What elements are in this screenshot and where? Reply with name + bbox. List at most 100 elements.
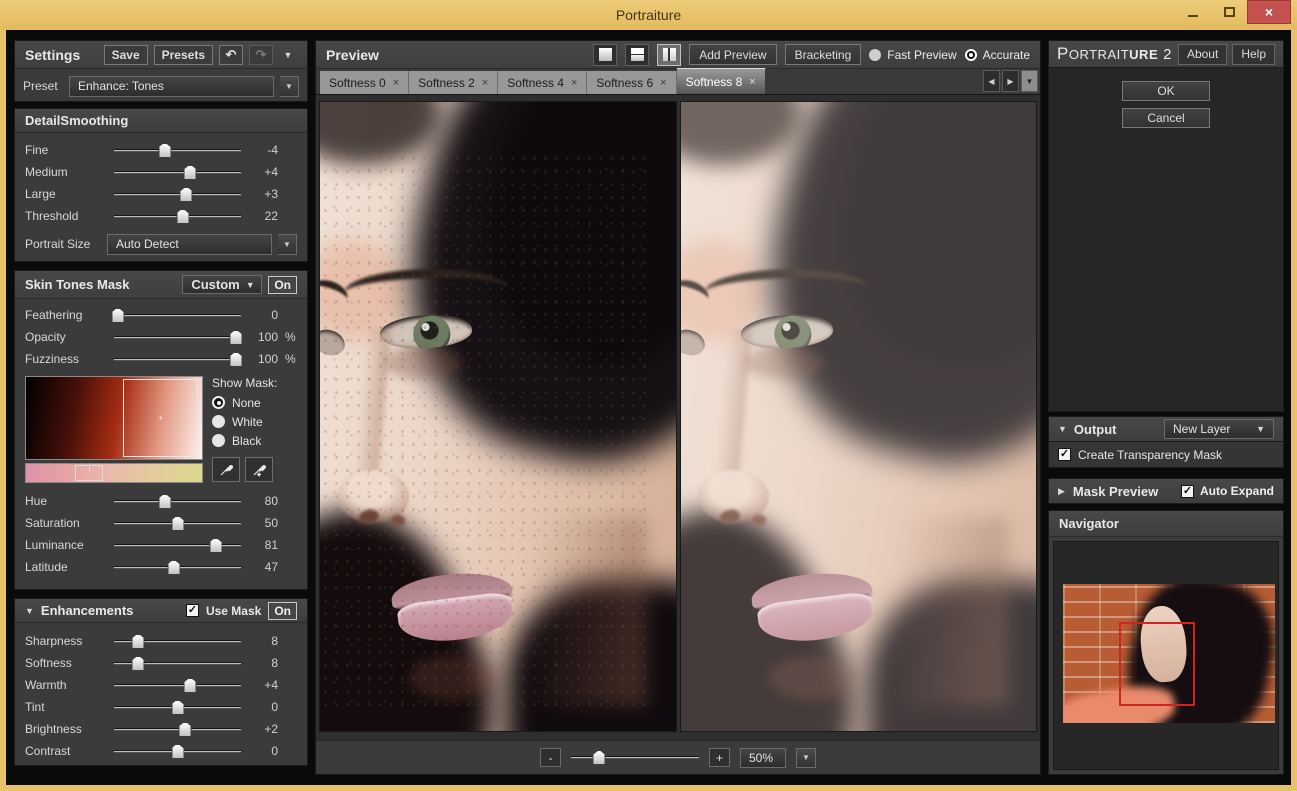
slider-handle[interactable] bbox=[209, 538, 222, 553]
slider-handle[interactable] bbox=[171, 700, 184, 715]
close-tab-icon[interactable]: × bbox=[482, 77, 488, 89]
slider-handle[interactable] bbox=[167, 560, 180, 575]
slider-handle[interactable] bbox=[158, 143, 171, 158]
close-tab-icon[interactable]: × bbox=[749, 76, 755, 88]
preset-select[interactable]: Enhance: Tones bbox=[69, 76, 274, 97]
preview-before-image[interactable] bbox=[319, 101, 677, 732]
show-mask-option-white[interactable]: White bbox=[212, 412, 297, 431]
portrait-size-dropdown-button[interactable]: ▼ bbox=[278, 234, 297, 255]
redo-button[interactable]: ↷ bbox=[249, 45, 273, 65]
slider-handle[interactable] bbox=[229, 352, 242, 367]
tab-softness-4[interactable]: Softness 4× bbox=[498, 71, 587, 94]
slider-handle[interactable] bbox=[111, 308, 124, 323]
hue-strip[interactable]: I bbox=[25, 463, 203, 483]
minimize-button[interactable] bbox=[1175, 0, 1211, 24]
slider-handle[interactable] bbox=[171, 516, 184, 531]
settings-menu-button[interactable]: ▼ bbox=[279, 45, 297, 65]
expand-triangle-icon[interactable]: ▶ bbox=[1058, 486, 1065, 497]
enhancements-on-toggle[interactable]: On bbox=[268, 602, 297, 620]
mask-mode-select[interactable]: Custom ▼ bbox=[182, 275, 262, 294]
output-layer-select[interactable]: New Layer ▼ bbox=[1164, 419, 1274, 439]
slider-handle[interactable] bbox=[593, 750, 606, 765]
hue-slider[interactable] bbox=[114, 500, 241, 503]
fuzziness-slider[interactable] bbox=[114, 358, 241, 361]
slider-handle[interactable] bbox=[176, 209, 189, 224]
opacity-slider[interactable] bbox=[114, 336, 241, 339]
fine-slider[interactable] bbox=[114, 149, 241, 152]
threshold-slider[interactable] bbox=[114, 215, 241, 218]
view-single-button[interactable] bbox=[593, 44, 617, 66]
create-transparency-mask-checkbox[interactable]: ✓ bbox=[1058, 448, 1071, 461]
skin-tones-mask-on-toggle[interactable]: On bbox=[268, 276, 297, 294]
zoom-level-select[interactable]: 50% bbox=[740, 748, 786, 768]
bracketing-button[interactable]: Bracketing bbox=[785, 44, 862, 65]
slider-handle[interactable] bbox=[180, 187, 193, 202]
close-tab-icon[interactable]: × bbox=[660, 77, 666, 89]
fast-preview-radio[interactable]: Fast Preview bbox=[869, 48, 956, 62]
slider-handle[interactable] bbox=[184, 678, 197, 693]
collapse-triangle-icon[interactable]: ▼ bbox=[1058, 424, 1067, 434]
cancel-button[interactable]: Cancel bbox=[1122, 108, 1210, 128]
collapse-triangle-icon[interactable]: ▼ bbox=[25, 606, 34, 616]
tabs-list-button[interactable]: ▼ bbox=[1021, 70, 1038, 92]
slider-row: Latitude 47 bbox=[15, 556, 307, 578]
slider-handle[interactable] bbox=[184, 165, 197, 180]
close-tab-icon[interactable]: × bbox=[393, 77, 399, 89]
save-button[interactable]: Save bbox=[104, 45, 148, 65]
navigator-view-rect[interactable] bbox=[1119, 622, 1195, 707]
tab-softness-8[interactable]: Softness 8× bbox=[677, 68, 766, 94]
tabs-scroll-left-button[interactable]: ◀ bbox=[983, 70, 1000, 92]
eyedropper-button[interactable] bbox=[212, 457, 240, 482]
softness-slider[interactable] bbox=[114, 662, 241, 665]
hue-selection-rect[interactable]: I bbox=[75, 465, 103, 481]
eyedropper-add-button[interactable] bbox=[245, 457, 273, 482]
saturation-slider[interactable] bbox=[114, 522, 241, 525]
add-preview-button[interactable]: Add Preview bbox=[689, 44, 776, 65]
slider-label: Sharpness bbox=[25, 634, 107, 648]
slider-handle[interactable] bbox=[179, 722, 192, 737]
contrast-slider[interactable] bbox=[114, 750, 241, 753]
zoom-slider[interactable] bbox=[571, 756, 699, 759]
latitude-slider[interactable] bbox=[114, 566, 241, 569]
view-split-vertical-button[interactable] bbox=[657, 44, 681, 66]
warmth-slider[interactable] bbox=[114, 684, 241, 687]
slider-handle[interactable] bbox=[132, 656, 145, 671]
zoom-in-button[interactable]: + bbox=[709, 748, 730, 767]
slider-handle[interactable] bbox=[132, 634, 145, 649]
tabs-scroll-right-button[interactable]: ▶ bbox=[1002, 70, 1019, 92]
close-button[interactable]: × bbox=[1247, 0, 1291, 24]
auto-expand-checkbox[interactable]: ✓ bbox=[1181, 485, 1194, 498]
zoom-level-dropdown-button[interactable]: ▼ bbox=[796, 748, 816, 768]
accurate-radio[interactable]: Accurate bbox=[965, 48, 1030, 62]
tint-slider[interactable] bbox=[114, 706, 241, 709]
use-mask-checkbox[interactable]: ✓ bbox=[186, 604, 199, 617]
tab-softness-6[interactable]: Softness 6× bbox=[587, 71, 676, 94]
sharpness-slider[interactable] bbox=[114, 640, 241, 643]
about-button[interactable]: About bbox=[1178, 44, 1227, 65]
maximize-button[interactable] bbox=[1211, 0, 1247, 24]
slider-handle[interactable] bbox=[158, 494, 171, 509]
ok-button[interactable]: OK bbox=[1122, 81, 1210, 101]
slider-handle[interactable] bbox=[229, 330, 242, 345]
large-slider[interactable] bbox=[114, 193, 241, 196]
close-tab-icon[interactable]: × bbox=[571, 77, 577, 89]
show-mask-option-none[interactable]: None bbox=[212, 393, 297, 412]
brightness-slider[interactable] bbox=[114, 728, 241, 731]
medium-slider[interactable] bbox=[114, 171, 241, 174]
tab-softness-2[interactable]: Softness 2× bbox=[409, 71, 498, 94]
feathering-slider[interactable] bbox=[114, 314, 241, 317]
zoom-out-button[interactable]: - bbox=[540, 748, 561, 767]
preset-dropdown-button[interactable]: ▼ bbox=[280, 76, 299, 97]
skin-tone-color-field[interactable]: + bbox=[25, 376, 203, 460]
luminance-slider[interactable] bbox=[114, 544, 241, 547]
view-split-horizontal-button[interactable] bbox=[625, 44, 649, 66]
slider-handle[interactable] bbox=[171, 744, 184, 759]
preview-after-image[interactable] bbox=[680, 101, 1038, 732]
presets-button[interactable]: Presets bbox=[154, 45, 213, 65]
portrait-size-select[interactable]: Auto Detect bbox=[107, 234, 272, 255]
help-button[interactable]: Help bbox=[1232, 44, 1275, 65]
navigator-thumbnail[interactable] bbox=[1063, 584, 1275, 723]
undo-button[interactable]: ↶ bbox=[219, 45, 243, 65]
tab-softness-0[interactable]: Softness 0× bbox=[320, 71, 409, 94]
show-mask-option-black[interactable]: Black bbox=[212, 431, 297, 450]
